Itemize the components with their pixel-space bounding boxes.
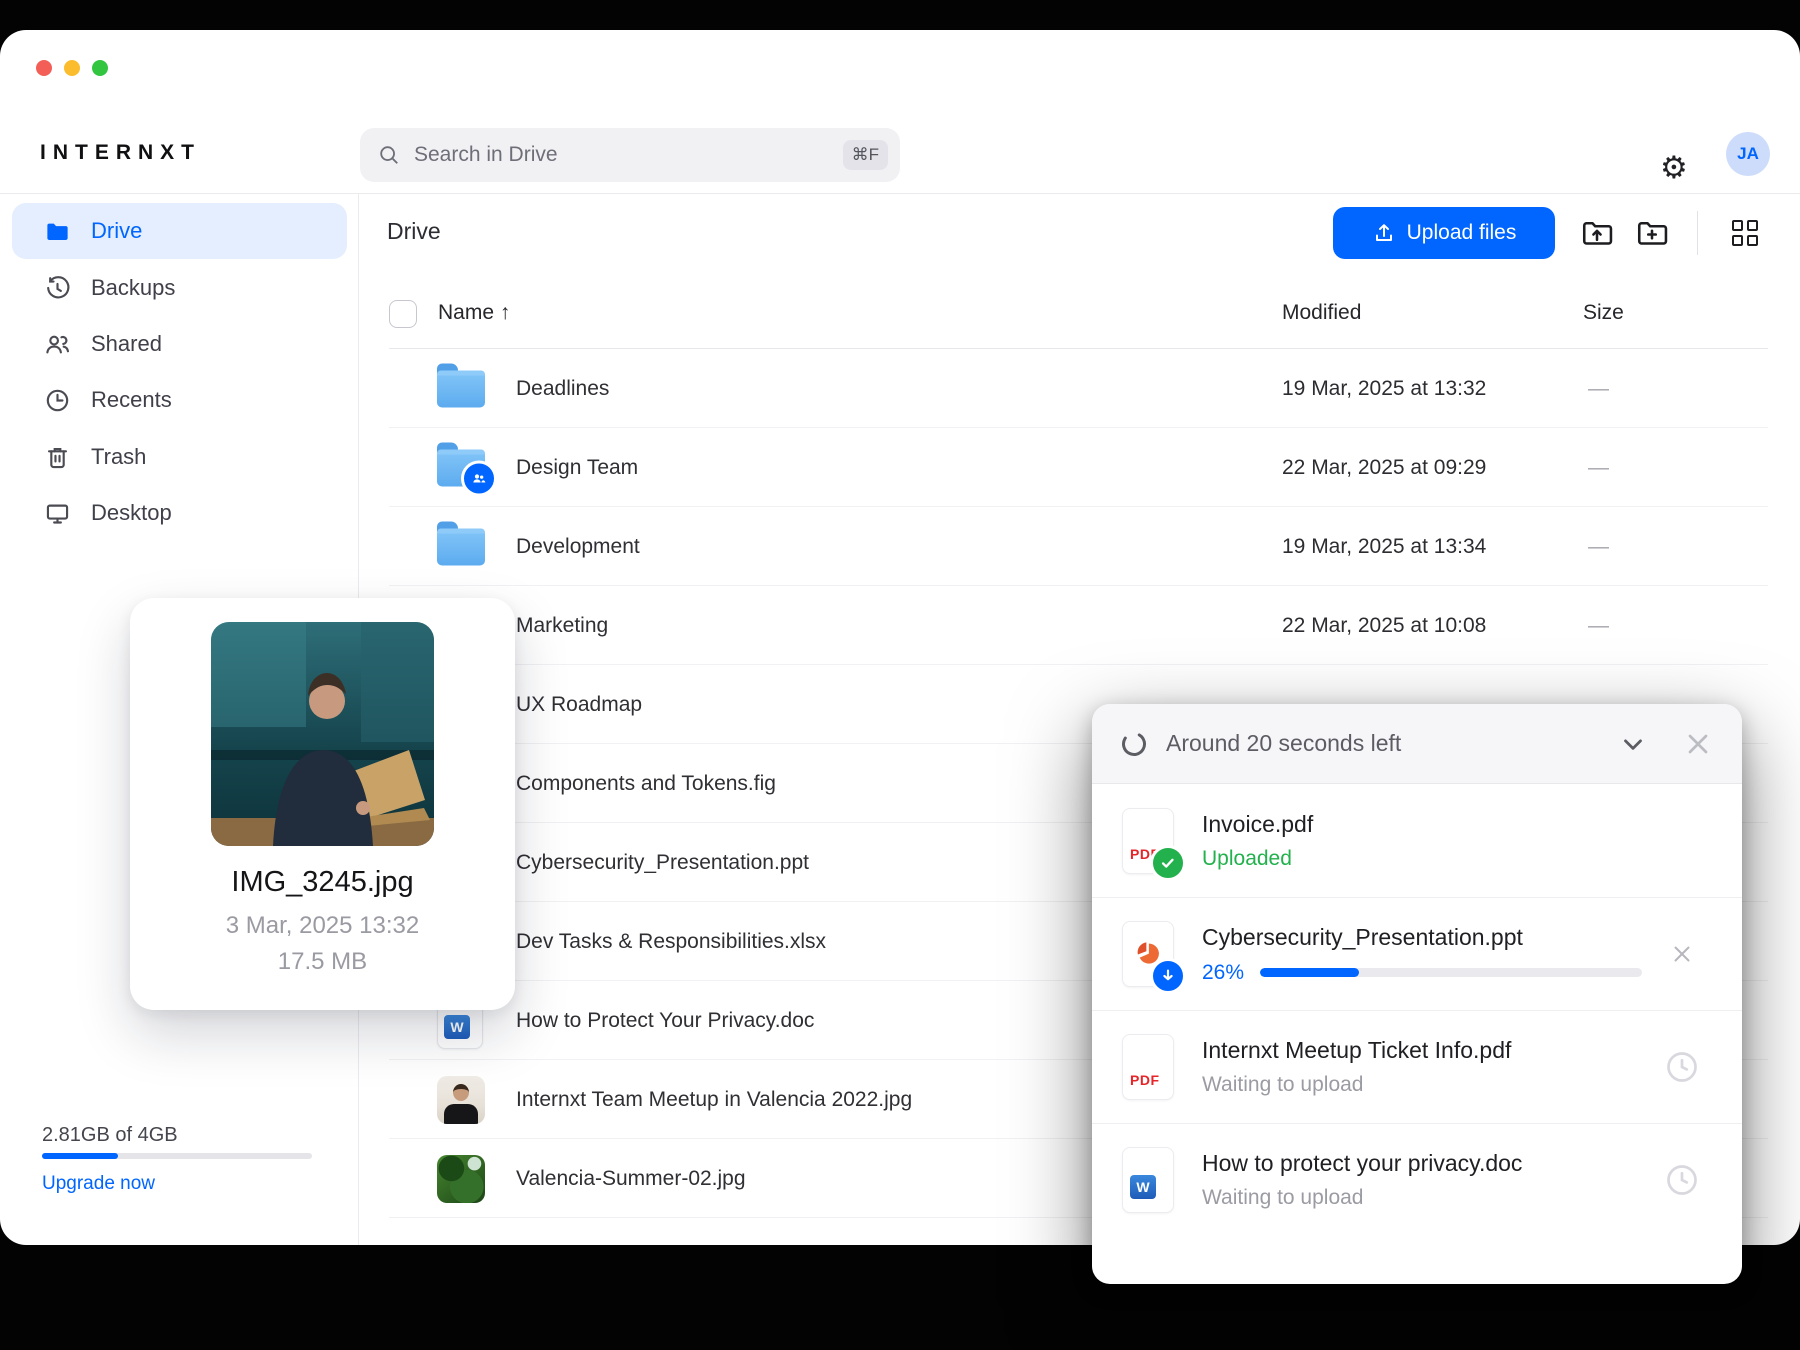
upload-item: PDF Invoice.pdf Uploaded [1092, 784, 1742, 897]
new-folder-button[interactable] [1631, 212, 1673, 254]
upload-progress-panel: Around 20 seconds left PDF Invoice.pdf U… [1092, 704, 1742, 1284]
upload-item: PDF Internxt Meetup Ticket Info.pdf Wait… [1092, 1010, 1742, 1123]
backup-history-icon [47, 275, 70, 298]
upload-item-status: Uploaded [1202, 846, 1292, 870]
window-minimize-button[interactable] [64, 60, 80, 76]
upload-files-label: Upload files [1406, 221, 1517, 244]
photo-thumbnail [437, 1154, 485, 1203]
file-modified: 19 Mar, 2025 at 13:34 [1282, 534, 1487, 558]
shared-folder-icon [437, 442, 497, 496]
upload-time-remaining: Around 20 seconds left [1166, 730, 1402, 756]
upload-item: W How to protect your privacy.doc Waitin… [1092, 1123, 1742, 1236]
file-modified: 19 Mar, 2025 at 13:32 [1282, 376, 1487, 400]
chevron-down-icon[interactable] [1618, 729, 1648, 759]
upload-item-status: Waiting to upload [1202, 1073, 1364, 1096]
file-name: How to Protect Your Privacy.doc [516, 1008, 815, 1032]
file-name: Internxt Team Meetup in Valencia 2022.jp… [516, 1087, 913, 1111]
table-row[interactable]: Deadlines 19 Mar, 2025 at 13:32 — [0, 349, 1800, 428]
cancel-upload-icon[interactable] [1669, 941, 1695, 967]
file-preview-card: IMG_3245.jpg 3 Mar, 2025 13:32 17.5 MB [130, 598, 515, 1010]
toolbar-divider [1697, 211, 1698, 255]
photo-thumbnail [437, 1075, 485, 1124]
upload-panel-header: Around 20 seconds left [1092, 704, 1742, 784]
shared-badge-icon [461, 460, 497, 496]
spinner-icon [1122, 731, 1146, 756]
upload-item-name: Cybersecurity_Presentation.ppt [1202, 923, 1523, 950]
window-close-button[interactable] [36, 60, 52, 76]
upload-item-name: Internxt Meetup Ticket Info.pdf [1202, 1037, 1512, 1063]
folder-icon [437, 521, 485, 565]
sidebar-item-drive[interactable]: Drive [12, 203, 347, 259]
file-name: UX Roadmap [516, 692, 643, 716]
upload-item-name: Invoice.pdf [1202, 810, 1314, 837]
file-modified: 22 Mar, 2025 at 09:29 [1282, 455, 1487, 479]
file-name: Cybersecurity_Presentation.ppt [516, 850, 809, 874]
user-avatar[interactable]: JA [1726, 132, 1770, 176]
upload-icon [1375, 224, 1392, 241]
file-size: — [1588, 534, 1609, 558]
folder-plus-icon [1637, 221, 1668, 245]
file-size: — [1588, 455, 1609, 479]
upload-item-name: How to protect your privacy.doc [1202, 1150, 1523, 1176]
ppt-file-icon [1122, 921, 1186, 994]
column-header-name[interactable]: Name ↑ [438, 301, 510, 325]
file-size: — [1588, 376, 1609, 400]
settings-gear-icon[interactable]: ⚙ [1660, 152, 1688, 183]
select-all-checkbox[interactable] [389, 300, 417, 328]
uploaded-check-icon [1150, 844, 1186, 881]
downloading-arrow-icon [1150, 958, 1186, 994]
file-name: Valencia-Summer-02.jpg [516, 1166, 746, 1190]
upload-item-status: Waiting to upload [1202, 1186, 1364, 1209]
internxt-logo: INTERNXT [40, 141, 201, 164]
preview-photo [211, 622, 434, 846]
file-name: Design Team [516, 455, 639, 479]
pending-clock-icon [1667, 1165, 1697, 1195]
upload-folder-button[interactable] [1576, 212, 1618, 254]
column-header-size[interactable]: Size [1583, 301, 1624, 325]
file-name: Deadlines [516, 376, 610, 400]
grid-view-button[interactable] [1724, 212, 1766, 254]
sidebar-item-label: Drive [91, 218, 143, 243]
upload-files-button[interactable]: Upload files [1333, 207, 1555, 259]
search-input[interactable] [412, 142, 843, 168]
page-title: Drive [387, 218, 441, 244]
pending-clock-icon [1667, 1052, 1697, 1082]
sidebar-item-label: Backups [91, 275, 176, 300]
sidebar-item-backups[interactable]: Backups [12, 260, 347, 316]
file-size: — [1588, 613, 1609, 637]
search-shortcut-badge: ⌘F [842, 140, 888, 170]
column-header-modified[interactable]: Modified [1282, 301, 1361, 325]
screen: INTERNXT ⌘F ⚙ JA Drive Backups Shared Re… [0, 0, 1800, 1350]
pdf-file-icon: PDF [1122, 1034, 1174, 1100]
upload-progress-fill [1260, 968, 1360, 977]
file-modified: 22 Mar, 2025 at 10:08 [1282, 613, 1487, 637]
preview-filename: IMG_3245.jpg [231, 866, 414, 898]
table-row[interactable]: Development 19 Mar, 2025 at 13:34 — [0, 507, 1800, 586]
window-zoom-button[interactable] [92, 60, 108, 76]
folder-icon [437, 363, 485, 407]
sort-ascending-arrow: ↑ [499, 301, 511, 324]
upload-percent: 26% [1202, 960, 1245, 984]
folder-icon [47, 223, 68, 240]
upload-progress-bar [1260, 968, 1643, 977]
pdf-file-icon: PDF [1122, 807, 1186, 881]
folder-upload-icon [1582, 221, 1613, 245]
preview-date: 3 Mar, 2025 13:32 [225, 912, 420, 939]
search-bar[interactable]: ⌘F [360, 128, 900, 182]
table-row[interactable]: Design Team 22 Mar, 2025 at 09:29 — [0, 428, 1800, 507]
grid-view-icon [1732, 220, 1758, 246]
upload-item: Cybersecurity_Presentation.ppt 26% [1092, 897, 1742, 1010]
file-name: Marketing [516, 613, 609, 637]
search-icon [380, 146, 398, 164]
file-name: Components and Tokens.fig [516, 771, 776, 795]
file-name: Dev Tasks & Responsibilities.xlsx [516, 929, 827, 953]
header-divider [0, 193, 1800, 194]
preview-size: 17.5 MB [277, 948, 368, 975]
file-name: Development [516, 534, 640, 558]
close-icon[interactable] [1682, 728, 1714, 760]
word-file-icon: W [1122, 1147, 1174, 1213]
